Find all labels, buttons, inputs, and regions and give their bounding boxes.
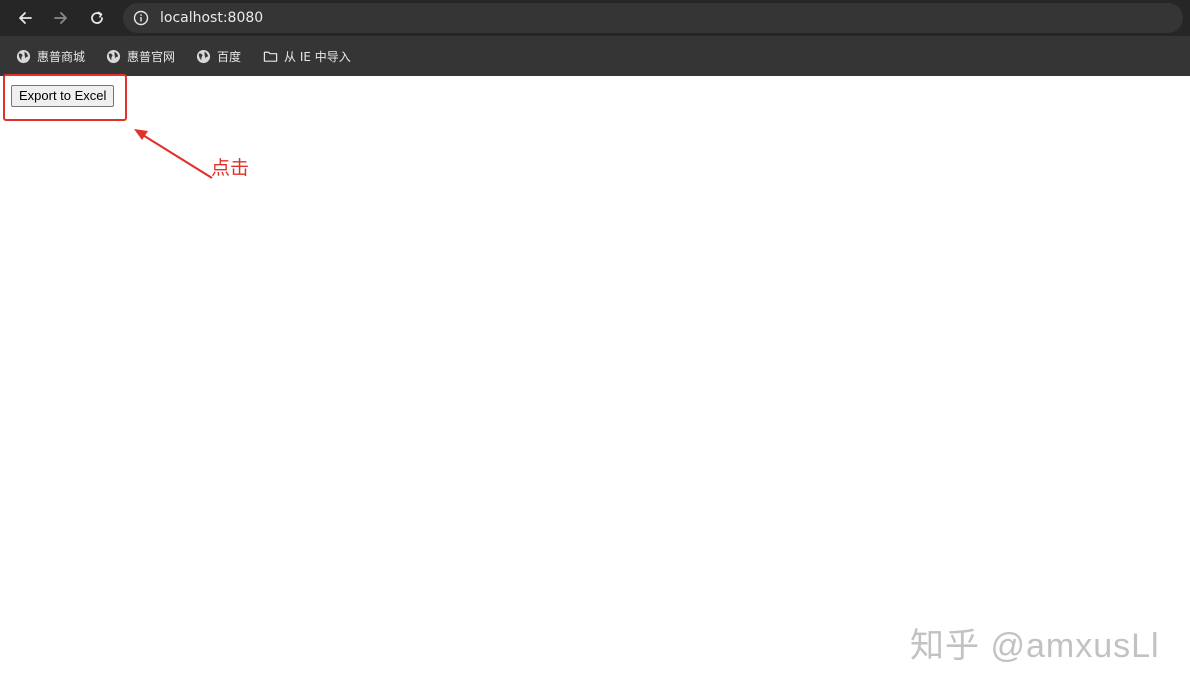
back-arrow-icon — [19, 12, 32, 24]
watermark: 知乎 @amxusLl — [910, 627, 1160, 665]
forward-arrow-icon — [54, 12, 67, 24]
page-content: Export to Excel 点击 知乎 @amxusLl — [0, 74, 1190, 694]
bookmark-baidu[interactable]: 百度 — [196, 47, 241, 65]
globe-icon — [106, 49, 121, 63]
bookmark-folder-import-ie[interactable]: 从 IE 中导入 — [263, 47, 351, 65]
globe-icon — [196, 49, 211, 63]
bookmark-hp-store[interactable]: 惠普商城 — [16, 47, 85, 65]
annotation-label: 点击 — [211, 157, 250, 179]
bookmarks-bar: 惠普商城 惠普官网 百度 从 IE 中导入 — [0, 36, 1190, 76]
url-text: localhost:8080 — [160, 10, 264, 26]
bookmark-label: 百度 — [217, 49, 242, 64]
info-icon[interactable] — [133, 10, 149, 26]
folder-icon — [263, 51, 278, 62]
browser-toolbar: localhost:8080 — [0, 0, 1190, 36]
bookmark-label: 惠普官网 — [127, 49, 176, 64]
back-button[interactable] — [13, 6, 37, 30]
forward-button[interactable] — [49, 6, 73, 30]
bookmark-hp-official[interactable]: 惠普官网 — [106, 47, 175, 65]
globe-icon — [16, 49, 31, 63]
bookmark-label: 惠普商城 — [37, 49, 86, 64]
reload-icon — [91, 11, 103, 24]
export-to-excel-button[interactable]: Export to Excel — [11, 85, 115, 107]
bookmark-label: 从 IE 中导入 — [284, 49, 351, 64]
address-bar[interactable]: localhost:8080 — [123, 3, 1183, 33]
browser-chrome: localhost:8080 惠普商城 惠普官网 百度 从 IE 中导入 — [0, 0, 1190, 76]
reload-button[interactable] — [85, 6, 109, 30]
